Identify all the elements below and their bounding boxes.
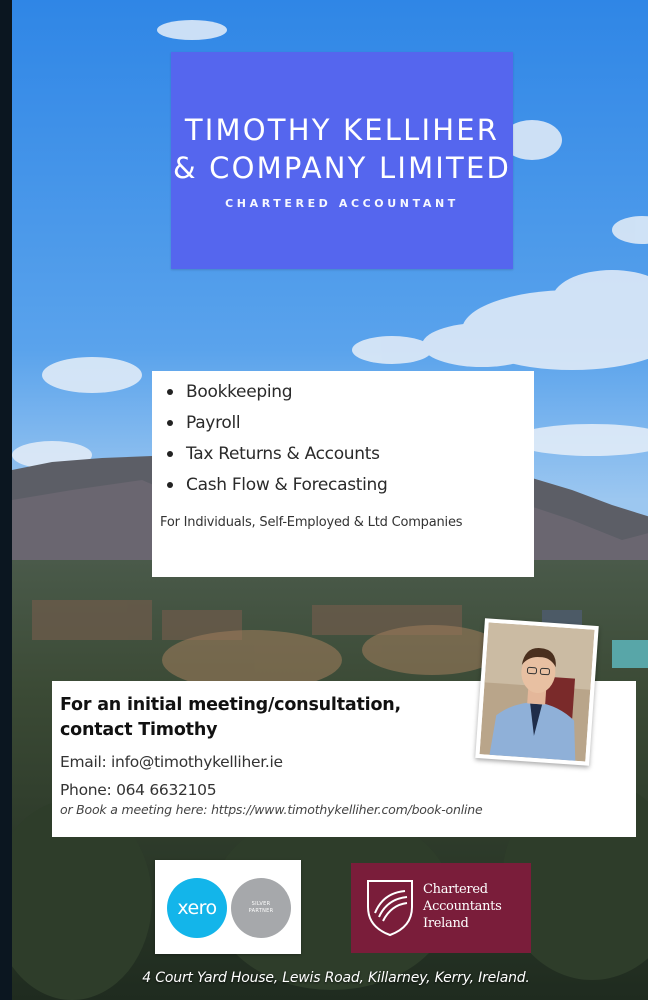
phone-line[interactable]: Phone: 064 6632105 bbox=[60, 776, 628, 804]
audience-text: For Individuals, Self-Employed & Ltd Com… bbox=[160, 515, 463, 530]
bullet-icon bbox=[167, 451, 173, 457]
bullet-icon bbox=[167, 420, 173, 426]
service-label: Cash Flow & Forecasting bbox=[186, 475, 388, 495]
silver-partner-badge: SILVER PARTNER bbox=[231, 878, 291, 938]
service-item: Cash Flow & Forecasting bbox=[166, 470, 524, 501]
xero-icon: xero bbox=[167, 878, 227, 938]
partner-badge-line-2: PARTNER bbox=[248, 908, 274, 914]
chartered-accountants-ireland-logo: Chartered Accountants Ireland bbox=[351, 863, 531, 953]
booking-link[interactable]: or Book a meeting here: https://www.timo… bbox=[60, 802, 628, 817]
cai-wordmark: Chartered Accountants Ireland bbox=[423, 881, 502, 932]
company-subtitle: CHARTERED ACCOUNTANT bbox=[225, 197, 459, 210]
company-name-line-1: TIMOTHY KELLIHER bbox=[184, 113, 500, 147]
poster: TIMOTHY KELLIHER & COMPANY LIMITED CHART… bbox=[0, 0, 648, 1000]
person-photo-image bbox=[479, 622, 595, 762]
cai-shield-icon bbox=[367, 880, 413, 937]
xero-wordmark: xero bbox=[177, 897, 217, 919]
cai-line-3: Ireland bbox=[423, 916, 469, 931]
service-label: Bookkeeping bbox=[186, 382, 293, 402]
cai-line-2: Accountants bbox=[423, 899, 502, 914]
service-label: Payroll bbox=[186, 413, 241, 433]
service-item: Payroll bbox=[166, 408, 524, 439]
profile-photo bbox=[475, 618, 599, 766]
xero-partner-logo: xero SILVER PARTNER bbox=[155, 860, 301, 954]
company-title-panel: TIMOTHY KELLIHER & COMPANY LIMITED CHART… bbox=[171, 52, 513, 269]
service-item: Tax Returns & Accounts bbox=[166, 439, 524, 470]
company-name-line-2: & COMPANY LIMITED bbox=[172, 151, 512, 185]
bullet-icon bbox=[167, 482, 173, 488]
service-label: Tax Returns & Accounts bbox=[186, 444, 380, 464]
services-card: Bookkeeping Payroll Tax Returns & Accoun… bbox=[152, 371, 534, 577]
services-list: Bookkeeping Payroll Tax Returns & Accoun… bbox=[160, 377, 524, 501]
bullet-icon bbox=[167, 389, 173, 395]
cai-line-1: Chartered bbox=[423, 882, 488, 897]
partner-badge-line-1: SILVER bbox=[251, 901, 271, 907]
service-item: Bookkeeping bbox=[166, 377, 524, 408]
footer-address: 4 Court Yard House, Lewis Road, Killarne… bbox=[142, 970, 530, 986]
